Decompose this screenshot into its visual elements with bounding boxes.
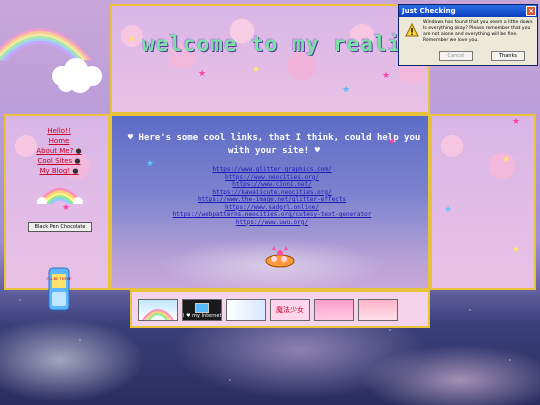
- disc-icon: ●: [74, 157, 81, 165]
- badge-anime-girl-2[interactable]: [358, 299, 398, 321]
- dialog-titlebar[interactable]: Just Checking ×: [399, 5, 537, 17]
- star-icon: ★: [388, 137, 397, 147]
- thanks-button[interactable]: Thanks: [491, 51, 525, 61]
- star-icon: ★: [62, 203, 71, 213]
- star-icon: ★: [198, 69, 207, 79]
- nav-link-about[interactable]: About Me? ●: [14, 146, 104, 156]
- heart-icon: ♥: [314, 146, 321, 156]
- star-icon: ★: [342, 85, 351, 95]
- badge-computer[interactable]: I ♥ my Internet: [182, 299, 222, 321]
- star-icon: ★: [512, 245, 521, 255]
- nav-link-blog[interactable]: My Blog! ●: [14, 166, 104, 176]
- link-item[interactable]: https://www.neocities.org/: [112, 174, 432, 182]
- flip-phone-graphic: I'LL BE THERE: [46, 267, 72, 311]
- link-item[interactable]: https://www.sadgrl.online/: [112, 204, 432, 212]
- nav-link-home[interactable]: Home: [14, 136, 104, 146]
- close-icon[interactable]: ×: [526, 6, 536, 16]
- rainbow-graphic: [36, 187, 84, 204]
- disc-icon: ●: [72, 167, 79, 175]
- badge-rainbow[interactable]: [138, 299, 178, 321]
- heart-icon: ♥: [127, 133, 134, 143]
- dialog-message: Windows has found that you seem a little…: [423, 20, 534, 43]
- 88x31-button[interactable]: Black Pen Chocolate: [28, 222, 92, 232]
- link-item[interactable]: https://www.cinni.net/: [112, 181, 432, 189]
- link-item[interactable]: https://www.the-image.net/glitter-effect…: [112, 196, 432, 204]
- link-item[interactable]: https://kawaiicute.neocities.org/: [112, 189, 432, 197]
- just-checking-dialog: Just Checking × Windows has found that y…: [398, 4, 538, 66]
- badge-kanji[interactable]: 魔法少女: [270, 299, 310, 321]
- nav-menu: Hello!! Home About Me? ● Cool Sites ● My…: [14, 126, 104, 176]
- header-banner: welcome to my reality ★ ★ ★ ★ ★: [110, 4, 430, 114]
- warning-icon: [405, 23, 419, 37]
- left-sidebar: Hello!! Home About Me? ● Cool Sites ● My…: [4, 114, 110, 311]
- nav-link-hello[interactable]: Hello!!: [14, 126, 104, 136]
- star-icon: ★: [512, 117, 521, 127]
- badge-anime-girl-1[interactable]: [314, 299, 354, 321]
- computer-icon: [195, 303, 209, 313]
- link-item[interactable]: https://webpatterns.neocities.org/cutesy…: [112, 211, 432, 219]
- star-icon: ★: [382, 71, 391, 81]
- nav-link-cool-sites[interactable]: Cool Sites ●: [14, 156, 104, 166]
- star-icon: ★: [502, 155, 511, 165]
- link-item[interactable]: https://www.uwu.org/: [112, 219, 432, 227]
- star-icon: ★: [444, 205, 453, 215]
- link-item[interactable]: https://www.glitter-graphics.com/: [112, 166, 432, 174]
- badge-strip: I ♥ my Internet 魔法少女: [130, 290, 430, 328]
- mascot-graphic: [265, 246, 295, 268]
- disc-icon: ●: [75, 147, 82, 155]
- main-content: ♥ Here's some cool links, that I think, …: [110, 114, 430, 290]
- links-list: https://www.glitter-graphics.com/ https:…: [112, 166, 432, 226]
- right-sidebar: ★ ★ ★ ★: [430, 114, 536, 290]
- rainbow-icon: [142, 309, 174, 320]
- site-title: welcome to my reality: [142, 32, 412, 56]
- rainbow-cloud-graphic: [0, 28, 102, 93]
- badge-sailor[interactable]: [226, 299, 266, 321]
- star-icon: ★: [128, 35, 137, 45]
- cancel-button[interactable]: Cancel: [439, 51, 473, 61]
- star-icon: ★: [252, 65, 261, 75]
- phone-label: I'LL BE THERE: [46, 277, 72, 281]
- intro-text: ♥ Here's some cool links, that I think, …: [127, 133, 421, 156]
